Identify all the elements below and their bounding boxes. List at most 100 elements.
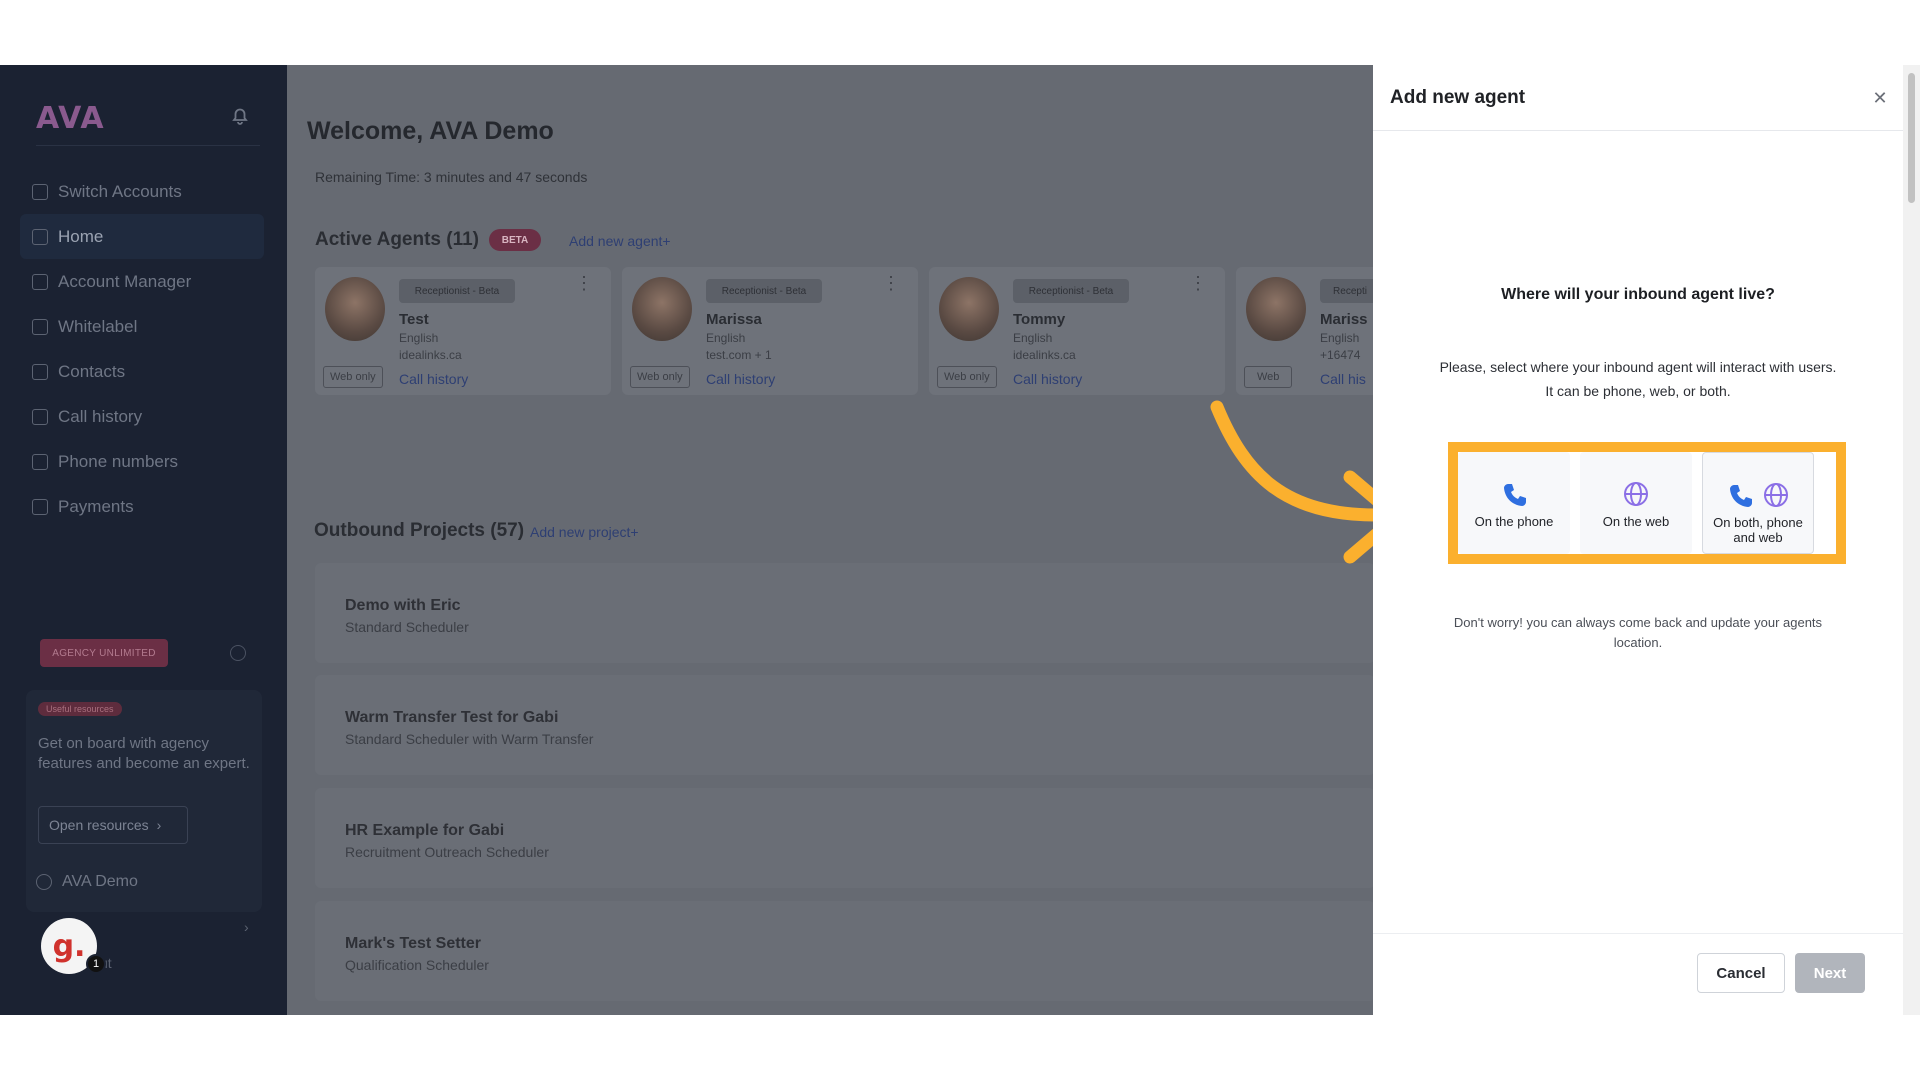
- project-subtitle: Standard Scheduler: [345, 619, 469, 635]
- sidebar-item-label: Payments: [58, 496, 134, 516]
- agent-card[interactable]: Receptionist - Beta ⋮ Marissa English te…: [622, 267, 918, 395]
- bell-icon[interactable]: [228, 103, 252, 127]
- phone-icon: [1504, 484, 1526, 506]
- active-agents-title: Active Agents (11): [315, 229, 480, 250]
- add-new-agent-link[interactable]: Add new agent+: [569, 233, 671, 249]
- call-history-link[interactable]: Call his: [1320, 371, 1366, 387]
- info-icon[interactable]: [230, 645, 246, 661]
- sidebar-item-label: Home: [58, 226, 104, 246]
- sidebar-item-payments[interactable]: Payments: [20, 484, 264, 529]
- app-frame: AVA Switch Accounts Home Account Manager…: [0, 65, 1920, 1015]
- modal-description: Please, select where your inbound agent …: [1439, 359, 1837, 399]
- phone-icon: [32, 453, 48, 470]
- close-icon[interactable]: ✕: [1869, 87, 1891, 109]
- call-history-link[interactable]: Call history: [399, 371, 468, 387]
- plan-badge: AGENCY UNLIMITED: [40, 639, 168, 667]
- cancel-button[interactable]: Cancel: [1697, 953, 1785, 993]
- agent-name: Tommy: [1013, 311, 1066, 328]
- add-new-project-link[interactable]: Add new project+: [530, 524, 639, 540]
- sidebar-item-call-history[interactable]: Call history: [20, 394, 264, 439]
- agent-avatar: [1246, 277, 1306, 341]
- page-title: Welcome, AVA Demo: [307, 117, 554, 145]
- contacts-icon: [32, 363, 48, 380]
- project-row[interactable]: HR Example for Gabi Recruitment Outreach…: [315, 788, 1375, 888]
- logo-divider: [36, 145, 260, 146]
- agent-type-badge: Receptionist - Beta: [706, 279, 822, 303]
- chevron-right-icon[interactable]: ›: [244, 919, 249, 935]
- sidebar-item-phone-numbers[interactable]: Phone numbers: [20, 439, 264, 484]
- next-button[interactable]: Next: [1795, 953, 1865, 993]
- project-title: HR Example for Gabi: [345, 822, 505, 839]
- phone-icon: [1730, 485, 1752, 507]
- open-resources-label: Open resources: [49, 817, 149, 833]
- sidebar-item-label: Switch Accounts: [58, 181, 182, 201]
- call-history-link[interactable]: Call history: [1013, 371, 1082, 387]
- option-both[interactable]: On both, phone and web: [1702, 452, 1814, 554]
- agent-name: Mariss: [1320, 311, 1368, 328]
- agent-name: Marissa: [706, 311, 762, 328]
- users-icon: [32, 273, 48, 290]
- folder-icon: [32, 228, 48, 245]
- beta-badge: BETA: [489, 229, 541, 251]
- option-label: On the web: [1602, 514, 1670, 529]
- modal-header: Add new agent ✕: [1373, 65, 1903, 131]
- project-title: Warm Transfer Test for Gabi: [345, 709, 559, 726]
- option-web[interactable]: On the web: [1580, 452, 1692, 554]
- scrollbar-thumb[interactable]: [1908, 73, 1915, 203]
- sidebar-item-contacts[interactable]: Contacts: [20, 349, 264, 394]
- agent-site: idealinks.ca: [399, 348, 462, 362]
- agent-avatar: [939, 277, 999, 341]
- agent-mode-badge: Web: [1244, 366, 1293, 388]
- card-icon: [32, 498, 48, 515]
- sidebar-item-home[interactable]: Home: [20, 214, 264, 259]
- project-subtitle: Qualification Scheduler: [345, 957, 489, 973]
- scrollbar[interactable]: [1903, 65, 1920, 1015]
- agent-name: Test: [399, 311, 429, 328]
- user-row[interactable]: AVA Demo: [36, 873, 138, 891]
- open-resources-button[interactable]: Open resources ›: [38, 806, 188, 844]
- option-phone[interactable]: On the phone: [1458, 452, 1570, 554]
- outbound-projects-title: Outbound Projects (57): [314, 520, 525, 541]
- modal-title: Add new agent: [1390, 87, 1526, 108]
- agent-type-badge: Receptionist - Beta: [399, 279, 515, 303]
- resources-badge: Useful resources: [38, 702, 122, 716]
- globe-icon: [1764, 483, 1788, 507]
- project-row[interactable]: Mark's Test Setter Qualification Schedul…: [315, 901, 1375, 1001]
- agent-language: English: [399, 331, 439, 345]
- agent-type-badge: Recepti: [1320, 279, 1373, 303]
- agent-mode-badge: Web only: [630, 366, 690, 388]
- agent-mode-badge: Web only: [323, 366, 383, 388]
- sidebar-item-label: Contacts: [58, 361, 126, 381]
- remaining-time: Remaining Time: 3 minutes and 47 seconds: [315, 169, 588, 185]
- sidebar-item-switch-accounts[interactable]: Switch Accounts: [20, 169, 264, 214]
- modal-note: Don't worry! you can always come back an…: [1453, 615, 1823, 650]
- sidebar-item-whitelabel[interactable]: Whitelabel: [20, 304, 264, 349]
- switch-icon: [32, 183, 48, 200]
- add-agent-modal: Add new agent ✕ Where will your inbound …: [1373, 65, 1903, 1015]
- call-history-link[interactable]: Call history: [706, 371, 775, 387]
- more-vertical-icon[interactable]: ⋮: [575, 274, 593, 292]
- option-label: On the phone: [1474, 514, 1554, 529]
- sidebar-item-label: Call history: [58, 406, 143, 426]
- history-icon: [32, 408, 48, 425]
- sidebar-item-label: Phone numbers: [58, 451, 179, 471]
- user-icon: [36, 874, 52, 890]
- globe-icon: [1624, 482, 1648, 506]
- sidebar-nav: Switch Accounts Home Account Manager Whi…: [20, 169, 264, 529]
- project-row[interactable]: Warm Transfer Test for Gabi Standard Sch…: [315, 675, 1375, 775]
- project-title: Demo with Eric: [345, 597, 461, 614]
- more-vertical-icon[interactable]: ⋮: [882, 274, 900, 292]
- more-vertical-icon[interactable]: ⋮: [1189, 274, 1207, 292]
- chevron-right-icon: ›: [156, 817, 162, 833]
- agent-card[interactable]: Receptionist - Beta ⋮ Test English ideal…: [315, 267, 611, 395]
- option-label: On both, phone and web: [1713, 515, 1803, 545]
- agent-site: test.com + 1: [706, 348, 772, 362]
- brush-icon: [32, 318, 48, 335]
- agent-type-badge: Receptionist - Beta: [1013, 279, 1129, 303]
- agent-language: English: [1013, 331, 1053, 345]
- notification-count-badge: 1: [86, 954, 106, 974]
- agent-card[interactable]: Recepti Mariss English +16474 Web Call h…: [1236, 267, 1373, 395]
- sidebar-item-label: Whitelabel: [58, 316, 138, 336]
- sidebar-item-account-manager[interactable]: Account Manager: [20, 259, 264, 304]
- agent-card[interactable]: Receptionist - Beta ⋮ Tommy English idea…: [929, 267, 1225, 395]
